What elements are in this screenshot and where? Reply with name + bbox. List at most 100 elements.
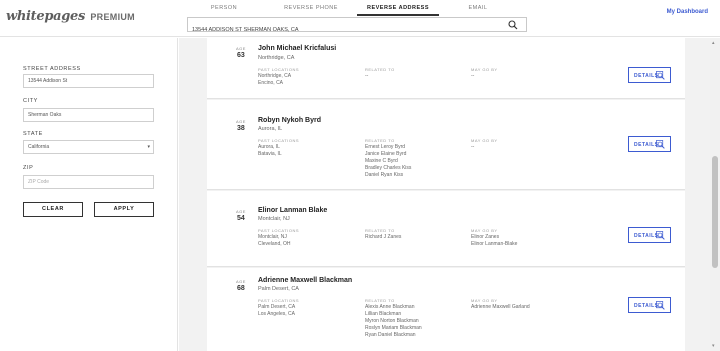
may-go-by-label: MAY GO BY [471,228,498,233]
past-location: Batavia, IL [258,151,282,157]
details-button-label: DETAILS [634,233,659,239]
address-search-input[interactable] [188,23,508,37]
age-value: 38 [237,125,245,132]
related-person: Lillian Blackman [365,311,402,317]
result-card: AGE 63 John Michael Kricfalusi Northridg… [207,38,685,99]
age-label: AGE [236,209,246,214]
age-label: AGE [236,119,246,124]
magnify-icon [656,140,665,149]
details-button[interactable]: DETAILS [628,67,671,83]
past-locations-label: PAST LOCATIONS [258,67,300,72]
scroll-down-arrow-icon[interactable]: ▾ [712,343,715,349]
magnify-icon [656,71,665,80]
related-person: Ryan Daniel Blackman [365,332,416,338]
details-button-label: DETAILS [634,142,659,148]
related-person: Ernest Leroy Byrd [365,144,406,150]
state-label: STATE [23,131,43,137]
current-location: Montclair, NJ [258,216,290,222]
person-name[interactable]: Adrienne Maxwell Blackman [258,277,352,284]
current-location: Palm Desert, CA [258,286,299,292]
tab-reverse-address[interactable]: REVERSE ADDRESS [357,5,439,16]
magnify-icon [656,301,665,310]
age-label: AGE [236,279,246,284]
age-value: 54 [237,215,245,222]
scrollbar-thumb[interactable] [712,156,718,268]
past-locations-label: PAST LOCATIONS [258,298,300,303]
details-button[interactable]: DETAILS [628,297,671,313]
logo-brand: whitepages [6,9,86,24]
result-card: AGE 68 Adrienne Maxwell Blackman Palm De… [207,268,685,351]
may-go-by-label: MAY GO BY [471,138,498,143]
search-icon[interactable] [508,20,518,30]
alias: -- [471,144,475,150]
zip-code-input[interactable] [23,175,154,189]
address-search-box [187,17,527,37]
whitepages-logo[interactable]: whitepages PREMIUM [6,8,135,24]
past-location: Encino, CA [258,80,284,86]
may-go-by-label: MAY GO BY [471,298,498,303]
results-area: AGE 63 John Michael Kricfalusi Northridg… [179,38,710,351]
city-label: CITY [23,98,38,104]
related-person: Myron Norton Blackman [365,318,419,324]
age-label: AGE [236,46,246,51]
logo-premium-label: PREMIUM [90,12,135,22]
result-card: AGE 54 Elinor Lanman Blake Montclair, NJ… [207,191,685,267]
details-button-label: DETAILS [634,73,659,79]
my-dashboard-link[interactable]: My Dashboard [667,9,708,15]
current-location: Northridge, CA [258,55,295,61]
current-location: Aurora, IL [258,126,283,132]
related-to-label: RELATED TO [365,67,395,72]
related-person: Richard J Zanes [365,234,402,240]
magnify-icon [656,231,665,240]
page-scrollbar[interactable]: ▴ ▾ [710,38,720,351]
scroll-up-arrow-icon[interactable]: ▴ [712,40,715,46]
past-locations-label: PAST LOCATIONS [258,138,300,143]
past-location: Palm Desert, CA [258,304,296,310]
past-location: Aurora, IL [258,144,280,150]
related-to-label: RELATED TO [365,228,395,233]
person-name[interactable]: Elinor Lanman Blake [258,207,327,214]
age-value: 68 [237,285,245,292]
tab-person[interactable]: PERSON [204,5,244,16]
person-name[interactable]: John Michael Kricfalusi [258,45,336,52]
alias: Adrienne Maxwell Garland [471,304,530,310]
related-to-label: RELATED TO [365,138,395,143]
state-select-value: California [28,144,50,150]
apply-button[interactable]: APPLY [94,202,154,217]
street-address-input[interactable] [23,74,154,88]
result-card: AGE 38 Robyn Nykoh Byrd Aurora, IL PAST … [207,100,685,190]
chevron-down-icon: ▾ [147,144,150,150]
alias: Elinor Lanman-Blake [471,241,518,247]
zip-label: ZIP [23,165,34,171]
related-person: Alexis Anne Blackman [365,304,415,310]
past-location: Los Angeles, CA [258,311,295,317]
details-button-label: DETAILS [634,303,659,309]
alias: Elinor Zanes [471,234,500,240]
age-value: 63 [237,52,245,59]
related-person: -- [365,73,369,79]
alias: -- [471,73,475,79]
person-name[interactable]: Robyn Nykoh Byrd [258,117,321,124]
past-location: Montclair, NJ [258,234,287,240]
tab-email[interactable]: EMAIL [463,5,493,16]
details-button[interactable]: DETAILS [628,227,671,243]
related-person: Bradley Charles Kiss [365,165,412,171]
tab-reverse-phone[interactable]: REVERSE PHONE [282,5,340,16]
city-input[interactable] [23,108,154,122]
past-locations-label: PAST LOCATIONS [258,228,300,233]
state-select[interactable]: California ▾ [23,140,154,154]
top-header: whitepages PREMIUM PERSON REVERSE PHONE … [0,0,720,37]
may-go-by-label: MAY GO BY [471,67,498,72]
related-to-label: RELATED TO [365,298,395,303]
related-person: Daniel Ryan Kiss [365,172,404,178]
related-person: Roslyn Mariam Blackman [365,325,422,331]
related-person: Janice Elaine Byrd [365,151,407,157]
street-address-label: STREET ADDRESS [23,66,81,72]
past-location: Cleveland, OH [258,241,291,247]
related-person: Maxine C Byrd [365,158,398,164]
past-location: Northridge, CA [258,73,292,79]
filter-sidebar: STREET ADDRESS CITY STATE California ▾ Z… [0,38,178,351]
details-button[interactable]: DETAILS [628,136,671,152]
search-type-tabs: PERSON REVERSE PHONE REVERSE ADDRESS EMA… [187,0,527,16]
clear-button[interactable]: CLEAR [23,202,83,217]
